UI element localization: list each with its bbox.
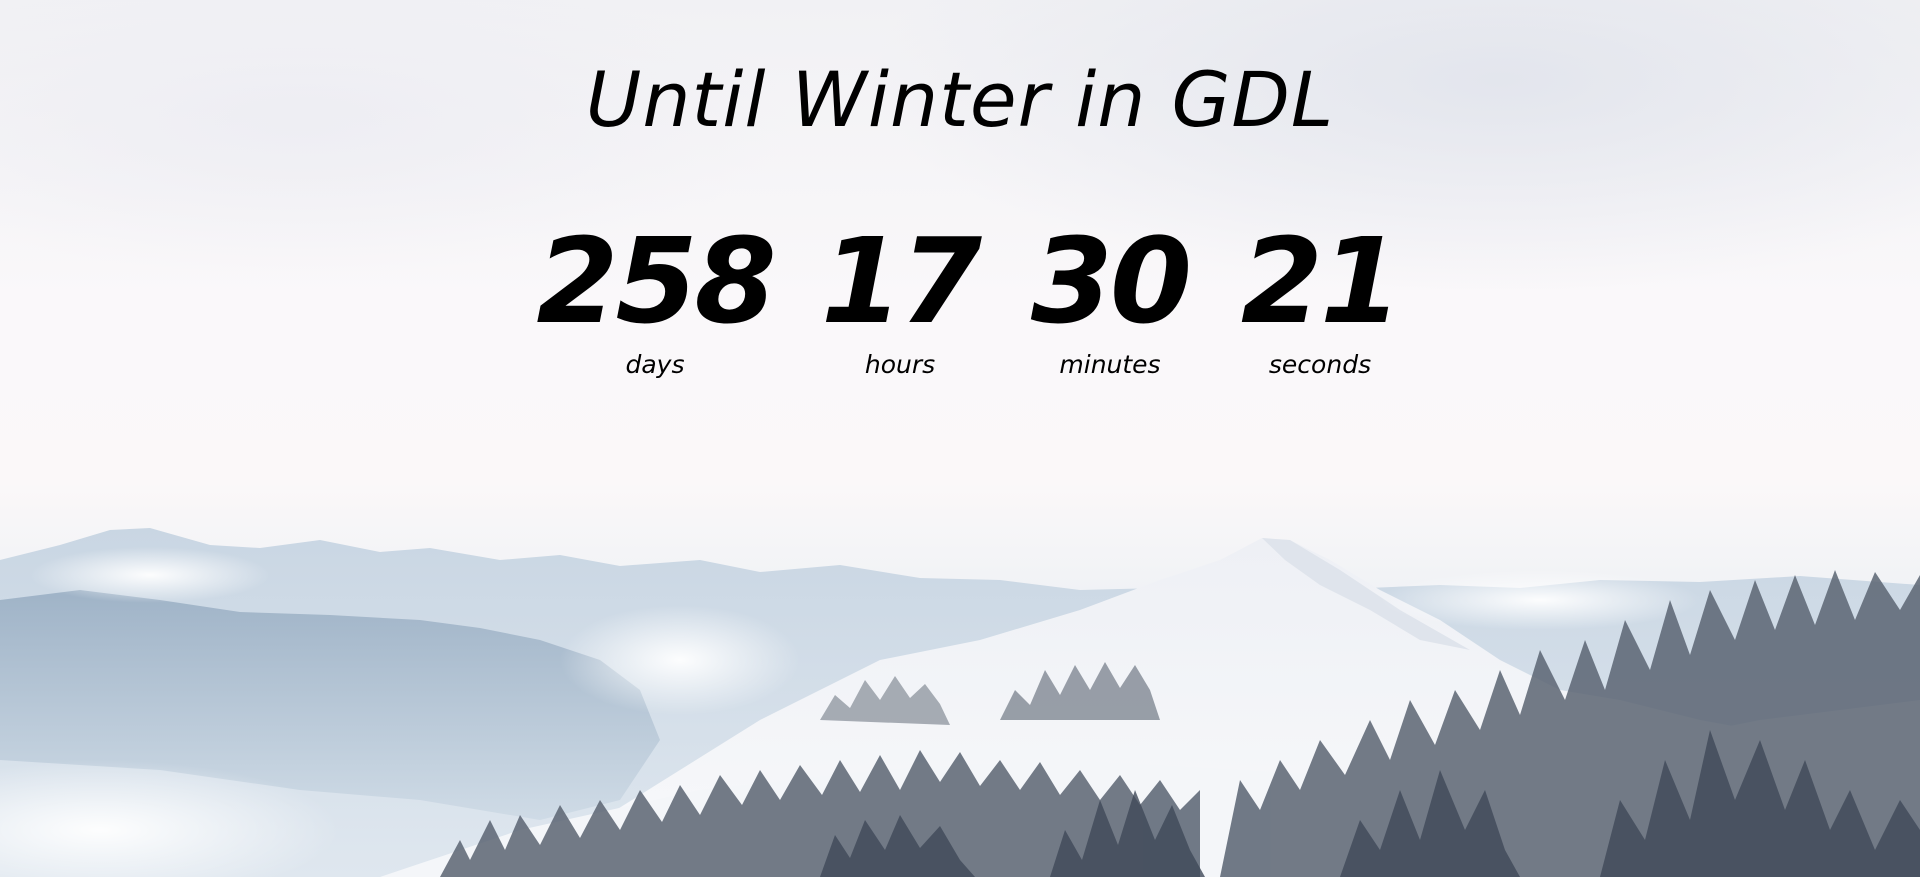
- days-value: 258: [536, 212, 776, 350]
- seconds-label: seconds: [1268, 350, 1372, 379]
- minutes-label: minutes: [1059, 350, 1161, 379]
- countdown-hours: 17 hours: [820, 212, 982, 379]
- page-title: Until Winter in GDL: [585, 55, 1335, 144]
- cloud: [560, 605, 800, 715]
- countdown-seconds: 21 seconds: [1230, 222, 1410, 377]
- cloud: [30, 547, 270, 603]
- seconds-value: 21: [1240, 212, 1402, 350]
- hours-value: 17: [820, 212, 982, 350]
- cloud: [1380, 570, 1700, 630]
- hours-label: hours: [864, 350, 936, 379]
- days-label: days: [625, 350, 685, 379]
- minutes-value: 30: [1030, 212, 1192, 350]
- countdown-days: 258 days: [536, 222, 776, 379]
- countdown-minutes: 30 minutes: [1010, 222, 1210, 377]
